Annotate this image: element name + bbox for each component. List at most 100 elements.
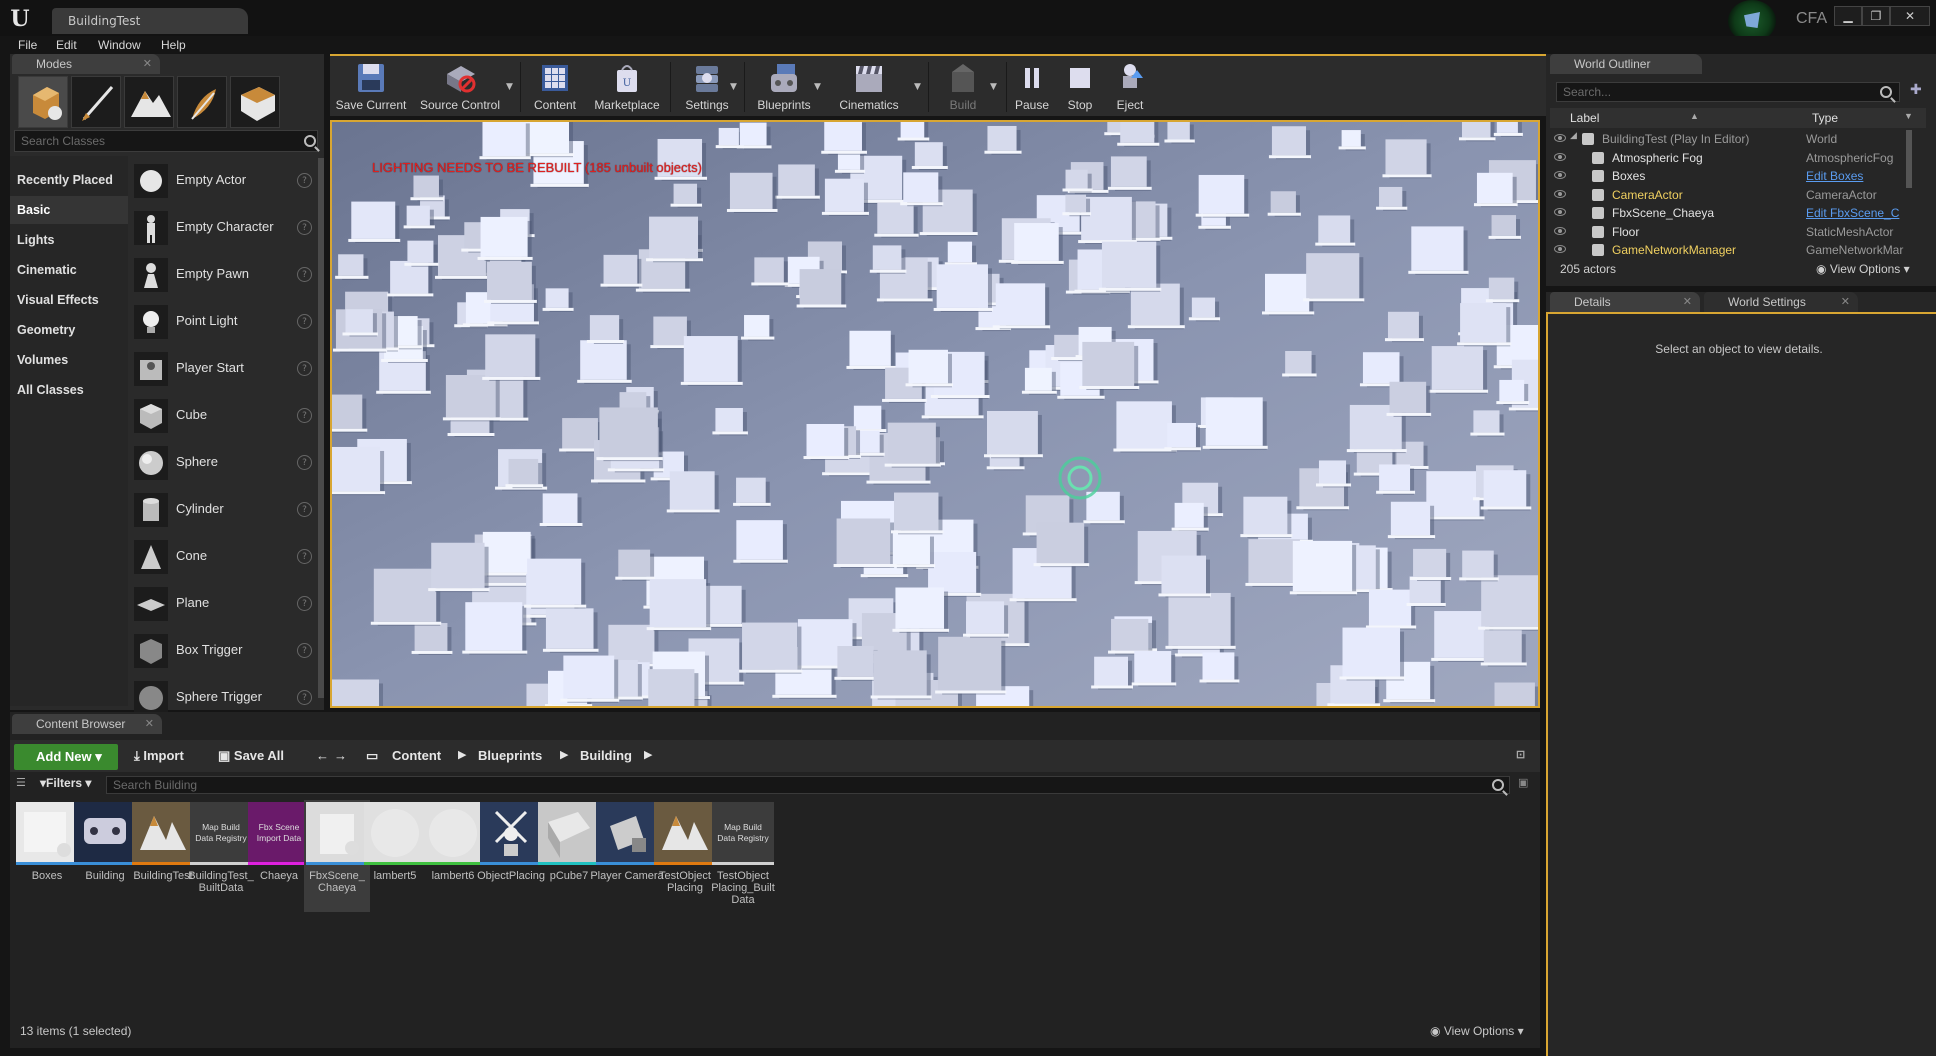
class-list-scrollbar[interactable] xyxy=(318,158,324,698)
class-item-empty-character[interactable]: Empty Character ? xyxy=(134,205,314,251)
menu-window[interactable]: Window xyxy=(98,36,141,54)
column-type[interactable]: Type xyxy=(1812,111,1838,125)
chevron-down-icon[interactable]: ▼ xyxy=(990,82,997,92)
asset-tile[interactable]: Player Camera xyxy=(590,800,664,912)
tab-details[interactable]: Details ✕ xyxy=(1550,292,1700,312)
build-button[interactable]: Build xyxy=(930,58,996,116)
asset-tile[interactable]: pCube7 xyxy=(536,800,602,912)
tab-modes[interactable]: Modes ✕ xyxy=(12,54,160,74)
cinematics-button[interactable]: Cinematics xyxy=(828,58,910,116)
paint-mode-icon[interactable] xyxy=(71,76,121,128)
visibility-eye-icon[interactable] xyxy=(1554,189,1566,198)
search-classes-input[interactable]: Search Classes xyxy=(14,130,318,152)
outliner-row[interactable]: Floor StaticMeshActor xyxy=(1550,223,1922,241)
help-icon[interactable]: ? xyxy=(297,549,312,564)
visibility-eye-icon[interactable] xyxy=(1554,245,1566,253)
outliner-search-input[interactable]: Search... xyxy=(1556,82,1900,102)
class-item-plane[interactable]: Plane ? xyxy=(134,581,314,627)
collapse-arrow-icon[interactable]: ◢ xyxy=(1570,131,1577,141)
class-item-empty-actor[interactable]: Empty Actor ? xyxy=(134,158,314,204)
help-icon[interactable]: ? xyxy=(297,220,312,235)
class-item-cube[interactable]: Cube ? xyxy=(134,393,314,439)
breadcrumb-content[interactable]: Content xyxy=(392,748,441,763)
forward-arrow-icon[interactable]: → xyxy=(334,748,347,763)
outliner-row[interactable]: Boxes Edit Boxes xyxy=(1550,167,1922,185)
visibility-eye-icon[interactable] xyxy=(1554,134,1566,142)
outliner-row[interactable]: CameraActor CameraActor xyxy=(1550,186,1922,204)
help-icon[interactable]: ? xyxy=(297,455,312,470)
asset-tile[interactable]: Map Build Data Registry BuildingTest_ Bui… xyxy=(188,800,254,912)
close-button[interactable]: ✕ xyxy=(1890,6,1930,26)
outliner-row[interactable]: GameNetworkManager GameNetworkMar xyxy=(1550,241,1922,259)
close-icon[interactable]: ✕ xyxy=(145,714,154,734)
user-badge[interactable]: CFA xyxy=(1714,0,1834,42)
menu-help[interactable]: Help xyxy=(161,36,186,54)
level-viewport[interactable]: LIGHTING NEEDS TO BE REBUILT (185 unbuil… xyxy=(330,120,1540,708)
category-visual-effects[interactable]: Visual Effects xyxy=(10,286,128,314)
close-icon[interactable]: ✕ xyxy=(143,54,152,74)
save-search-icon[interactable]: ▣ xyxy=(1518,776,1528,789)
import-button[interactable]: ⤓ Import xyxy=(134,748,184,764)
class-item-box-trigger[interactable]: Box Trigger ? xyxy=(134,628,314,674)
back-arrow-icon[interactable]: ← xyxy=(316,748,329,763)
outliner-view-options-button[interactable]: ◉ View Options ▾ xyxy=(1816,262,1910,276)
blueprints-button[interactable]: Blueprints xyxy=(748,58,820,116)
outliner-row[interactable]: ◢ BuildingTest (Play In Editor) World xyxy=(1550,130,1922,148)
help-icon[interactable]: ? xyxy=(297,361,312,376)
pause-button[interactable]: Pause xyxy=(1010,58,1054,116)
breadcrumb-separator-icon[interactable]: ▶ xyxy=(458,748,466,761)
minimize-button[interactable]: ▁ xyxy=(1834,6,1862,26)
help-icon[interactable]: ? xyxy=(297,173,312,188)
save-current-button[interactable]: Save Current xyxy=(330,58,412,116)
outliner-row[interactable]: Atmospheric Fog AtmosphericFog xyxy=(1550,149,1922,167)
asset-tile[interactable]: BuildingTest xyxy=(130,800,196,912)
class-item-cone[interactable]: Cone ? xyxy=(134,534,314,580)
place-mode-icon[interactable] xyxy=(18,76,68,128)
tab-world-outliner[interactable]: World Outliner xyxy=(1550,54,1702,74)
help-icon[interactable]: ? xyxy=(297,690,312,705)
class-item-empty-pawn[interactable]: Empty Pawn ? xyxy=(134,252,314,298)
asset-tile[interactable]: Building xyxy=(72,800,138,912)
landscape-mode-icon[interactable] xyxy=(124,76,174,128)
category-geometry[interactable]: Geometry xyxy=(10,316,128,344)
geometry-mode-icon[interactable] xyxy=(230,76,280,128)
asset-tile[interactable]: lambert6 xyxy=(420,800,486,912)
edit-blueprint-link[interactable]: Edit FbxScene_C xyxy=(1806,206,1916,220)
save-all-button[interactable]: ▣ Save All xyxy=(218,748,284,764)
add-folder-icon[interactable]: ✚ xyxy=(1910,82,1928,102)
visibility-eye-icon[interactable] xyxy=(1554,226,1566,235)
category-lights[interactable]: Lights xyxy=(10,226,128,254)
close-icon[interactable]: ✕ xyxy=(1841,292,1850,312)
visibility-eye-icon[interactable] xyxy=(1554,152,1566,161)
chevron-down-icon[interactable]: ▼ xyxy=(814,82,821,92)
menu-edit[interactable]: Edit xyxy=(56,36,77,54)
outliner-row[interactable]: FbxScene_Chaeya Edit FbxScene_C xyxy=(1550,204,1922,222)
category-recently-placed[interactable]: Recently Placed xyxy=(10,166,128,194)
help-icon[interactable]: ? xyxy=(297,502,312,517)
content-view-options-button[interactable]: ◉ View Options ▾ xyxy=(1430,1024,1524,1038)
help-icon[interactable]: ? xyxy=(297,314,312,329)
add-new-button[interactable]: Add New ▾ xyxy=(14,744,118,770)
class-item-player-start[interactable]: Player Start ? xyxy=(134,346,314,392)
class-item-sphere[interactable]: Sphere ? xyxy=(134,440,314,486)
asset-tile[interactable]: FbxScene_ Chaeya xyxy=(304,800,370,912)
asset-tile[interactable]: Fbx Scene Import Data Chaeya xyxy=(246,800,312,912)
category-basic[interactable]: Basic xyxy=(10,196,128,224)
visibility-eye-icon[interactable] xyxy=(1554,171,1566,179)
visibility-eye-icon[interactable] xyxy=(1554,208,1566,216)
asset-tile[interactable]: ObjectPlacing xyxy=(477,800,545,912)
asset-tile[interactable]: lambert5 xyxy=(362,800,428,912)
chevron-down-icon[interactable]: ▼ xyxy=(730,82,737,92)
tab-content-browser[interactable]: Content Browser ✕ xyxy=(12,714,162,734)
foliage-mode-icon[interactable] xyxy=(177,76,227,128)
tab-world-settings[interactable]: World Settings ✕ xyxy=(1704,292,1858,312)
breadcrumb-blueprints[interactable]: Blueprints xyxy=(478,748,542,763)
chevron-down-icon[interactable]: ▼ xyxy=(914,82,921,92)
chevron-down-icon[interactable]: ▼ xyxy=(506,82,513,92)
outliner-scrollbar[interactable] xyxy=(1906,130,1912,188)
breadcrumb-separator-icon[interactable]: ▶ xyxy=(560,748,568,761)
help-icon[interactable]: ? xyxy=(297,408,312,423)
content-button[interactable]: Content xyxy=(524,58,586,116)
class-item-cylinder[interactable]: Cylinder ? xyxy=(134,487,314,533)
eject-button[interactable]: Eject xyxy=(1106,58,1154,116)
